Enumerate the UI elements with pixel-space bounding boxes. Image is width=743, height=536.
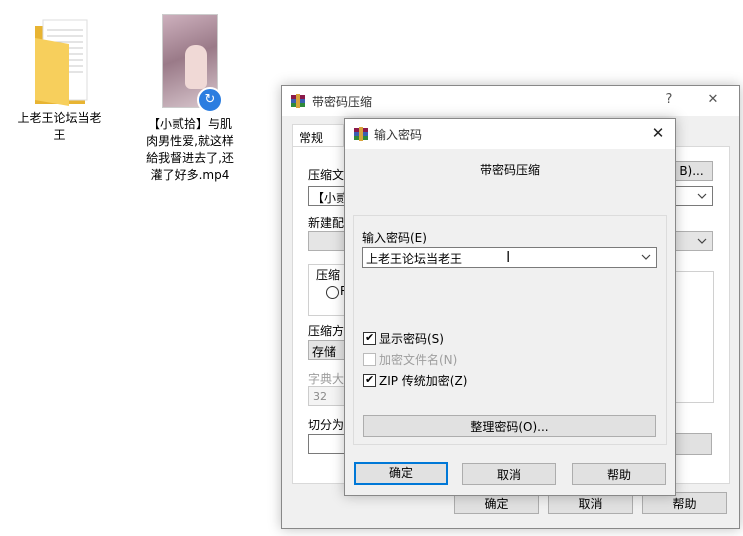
text-cursor-icon: I xyxy=(506,248,511,266)
split-label: 切分为 xyxy=(308,418,345,432)
archive-name-label: 压缩文 xyxy=(308,168,345,182)
desktop-folder-item[interactable]: 上老王论坛当老 王 xyxy=(12,14,107,144)
close-icon[interactable]: ✕ xyxy=(698,89,728,111)
video-thumbnail-figure xyxy=(185,45,207,89)
organize-passwords-label: 整理密码(O)... xyxy=(470,420,549,434)
dict-value: 32 xyxy=(313,390,327,403)
help-question-button[interactable]: ? xyxy=(654,89,684,111)
chevron-down-icon xyxy=(641,254,651,260)
split-input[interactable] xyxy=(308,434,348,454)
bg-cancel-label: 取消 xyxy=(578,497,603,511)
encrypt-names-label: 加密文件名(N) xyxy=(379,353,458,367)
password-dialog: 输入密码 ✕ 带密码压缩 输入密码(E) 上老王论坛当老王 I ✔ 显示密码(S… xyxy=(344,118,676,496)
folder-label: 上老王论坛当老 王 xyxy=(17,111,102,142)
organize-passwords-button[interactable]: 整理密码(O)... xyxy=(363,415,656,437)
chevron-down-icon xyxy=(697,193,707,199)
checkmark-icon: ✔ xyxy=(365,331,375,344)
shortcut-arrow-icon: ↻ xyxy=(197,87,223,113)
password-input[interactable]: 上老王论坛当老王 I xyxy=(362,247,657,268)
options-group xyxy=(674,271,714,403)
new-config-label: 新建配 xyxy=(308,216,345,230)
chevron-down-icon xyxy=(697,238,707,244)
ok-button[interactable]: 确定 xyxy=(354,462,448,485)
zip-legacy-label: ZIP 传统加密(Z) xyxy=(379,374,468,388)
method-value: 存储 xyxy=(312,345,337,359)
password-dialog-heading: 带密码压缩 xyxy=(479,163,540,177)
ok-button-label: 确定 xyxy=(388,466,413,480)
password-value: 上老王论坛当老王 xyxy=(366,252,463,266)
video-label: 【小贰拾】与肌 肉男性爱,就这样 給我督进去了,还 灌了好多.mp4 xyxy=(146,117,234,182)
close-icon[interactable]: ✕ xyxy=(643,122,673,144)
browse-button[interactable]: B)... xyxy=(670,161,713,181)
bg-ok-label: 确定 xyxy=(484,497,509,511)
dict-dropdown[interactable]: 32 xyxy=(308,386,348,406)
dict-label: 字典大 xyxy=(308,372,345,386)
desktop-video-item[interactable]: ↻ 【小贰拾】与肌 肉男性爱,就这样 給我督进去了,还 灌了好多.mp4 xyxy=(135,14,245,184)
archive-format-group-label: 压缩 xyxy=(316,266,341,283)
tab-general-label: 常规 xyxy=(299,131,324,145)
format-radio[interactable] xyxy=(326,286,339,299)
show-password-label: 显示密码(S) xyxy=(379,332,444,346)
set-password-button[interactable] xyxy=(674,433,712,455)
cancel-button[interactable]: 取消 xyxy=(462,463,556,485)
zip-legacy-checkbox[interactable]: ✔ xyxy=(363,373,376,387)
archive-dialog-title: 带密码压缩 xyxy=(312,95,373,109)
archive-name-value: 【小贰 xyxy=(312,191,349,205)
show-password-checkbox[interactable]: ✔ xyxy=(363,331,376,345)
password-label: 输入密码(E) xyxy=(362,231,427,245)
browse-button-label: B)... xyxy=(679,164,704,178)
video-thumbnail: ↻ xyxy=(162,14,223,113)
password-dialog-title: 输入密码 xyxy=(374,128,423,142)
winrar-icon xyxy=(353,126,369,142)
help-button[interactable]: 帮助 xyxy=(572,463,666,485)
cancel-button-label: 取消 xyxy=(496,468,521,482)
checkmark-icon: ✔ xyxy=(365,373,375,386)
help-button-label: 帮助 xyxy=(606,468,631,482)
archive-dialog-titlebar: 带密码压缩 ? ✕ xyxy=(282,86,739,116)
encrypt-names-checkbox[interactable] xyxy=(363,353,376,366)
folder-icon xyxy=(34,19,87,106)
bg-help-label: 帮助 xyxy=(672,497,697,511)
method-dropdown[interactable]: 存储 xyxy=(308,340,348,360)
tab-general[interactable]: 常规 xyxy=(292,124,344,147)
password-dialog-titlebar: 输入密码 ✕ xyxy=(345,119,675,149)
method-label: 压缩方 xyxy=(308,324,345,338)
winrar-icon xyxy=(290,93,306,109)
